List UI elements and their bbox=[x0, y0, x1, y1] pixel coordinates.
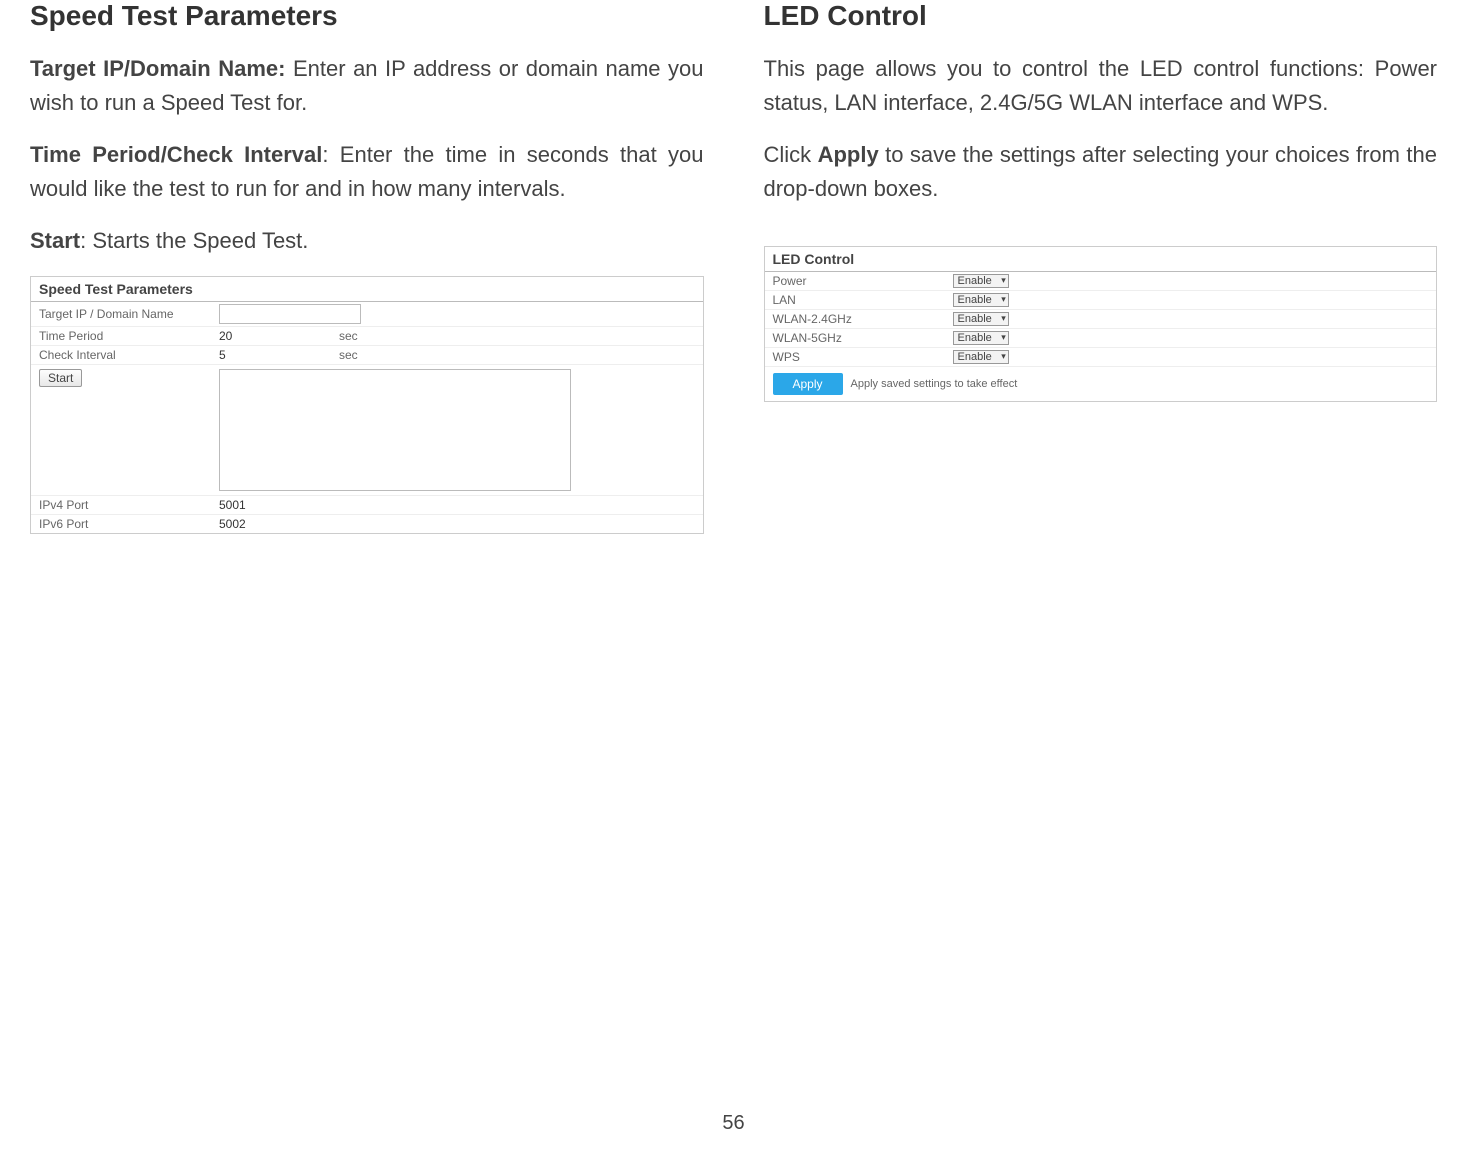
target-ip-input[interactable] bbox=[219, 304, 361, 324]
check-interval-unit: sec bbox=[339, 348, 358, 362]
start-button[interactable]: Start bbox=[39, 369, 82, 387]
row-ipv6: IPv6 Port 5002 bbox=[31, 515, 703, 533]
ipv4-port-value: 5001 bbox=[219, 498, 339, 512]
row-lan: LAN Enable bbox=[765, 291, 1437, 310]
left-column: Speed Test Parameters Target IP/Domain N… bbox=[30, 0, 704, 534]
para-apply: Click Apply to save the settings after s… bbox=[764, 138, 1438, 206]
speed-test-screenshot: Speed Test Parameters Target IP / Domain… bbox=[30, 276, 704, 534]
ipv4-port-label: IPv4 Port bbox=[39, 498, 219, 512]
wlan24-label: WLAN-2.4GHz bbox=[773, 312, 953, 326]
ipv6-port-value: 5002 bbox=[219, 517, 339, 531]
power-select[interactable]: Enable bbox=[953, 274, 1009, 288]
row-wps: WPS Enable bbox=[765, 348, 1437, 367]
row-wlan5: WLAN-5GHz Enable bbox=[765, 329, 1437, 348]
para-led-intro: This page allows you to control the LED … bbox=[764, 52, 1438, 120]
row-time-period: Time Period 20 sec bbox=[31, 327, 703, 346]
lan-select[interactable]: Enable bbox=[953, 293, 1009, 307]
ipv6-port-label: IPv6 Port bbox=[39, 517, 219, 531]
time-period-label: Time Period bbox=[39, 329, 219, 343]
time-period-value[interactable]: 20 bbox=[219, 329, 339, 343]
wps-select[interactable]: Enable bbox=[953, 350, 1009, 364]
target-bold: Target IP/Domain Name: bbox=[30, 56, 285, 81]
para-start: Start: Starts the Speed Test. bbox=[30, 224, 704, 258]
start-text: : Starts the Speed Test. bbox=[80, 228, 308, 253]
row-target: Target IP / Domain Name bbox=[31, 302, 703, 327]
led-ss-title: LED Control bbox=[765, 247, 1437, 272]
start-bold: Start bbox=[30, 228, 80, 253]
power-label: Power bbox=[773, 274, 953, 288]
apply-button[interactable]: Apply bbox=[773, 373, 843, 395]
check-interval-value[interactable]: 5 bbox=[219, 348, 339, 362]
wps-label: WPS bbox=[773, 350, 953, 364]
speed-test-heading: Speed Test Parameters bbox=[30, 0, 704, 32]
row-ipv4: IPv4 Port 5001 bbox=[31, 496, 703, 515]
time-bold: Time Period/Check Interval bbox=[30, 142, 322, 167]
row-wlan24: WLAN-2.4GHz Enable bbox=[765, 310, 1437, 329]
target-ip-label: Target IP / Domain Name bbox=[39, 307, 219, 321]
row-check-interval: Check Interval 5 sec bbox=[31, 346, 703, 365]
time-period-unit: sec bbox=[339, 329, 358, 343]
page-number: 56 bbox=[0, 1112, 1467, 1135]
para-time: Time Period/Check Interval: Enter the ti… bbox=[30, 138, 704, 206]
apply-pre: Click bbox=[764, 142, 818, 167]
check-interval-label: Check Interval bbox=[39, 348, 219, 362]
right-column: LED Control This page allows you to cont… bbox=[764, 0, 1438, 534]
wlan5-select[interactable]: Enable bbox=[953, 331, 1009, 345]
row-start: Start bbox=[31, 365, 703, 496]
led-control-screenshot: LED Control Power Enable LAN Enable WLAN… bbox=[764, 246, 1438, 402]
apply-note: Apply saved settings to take effect bbox=[851, 378, 1018, 390]
led-control-heading: LED Control bbox=[764, 0, 1438, 32]
row-power: Power Enable bbox=[765, 272, 1437, 291]
speed-ss-title: Speed Test Parameters bbox=[31, 277, 703, 302]
para-target: Target IP/Domain Name: Enter an IP addre… bbox=[30, 52, 704, 120]
wlan5-label: WLAN-5GHz bbox=[773, 331, 953, 345]
speed-output-textarea[interactable] bbox=[219, 369, 571, 491]
apply-bold: Apply bbox=[818, 142, 879, 167]
lan-label: LAN bbox=[773, 293, 953, 307]
row-apply: Apply Apply saved settings to take effec… bbox=[765, 367, 1437, 401]
wlan24-select[interactable]: Enable bbox=[953, 312, 1009, 326]
